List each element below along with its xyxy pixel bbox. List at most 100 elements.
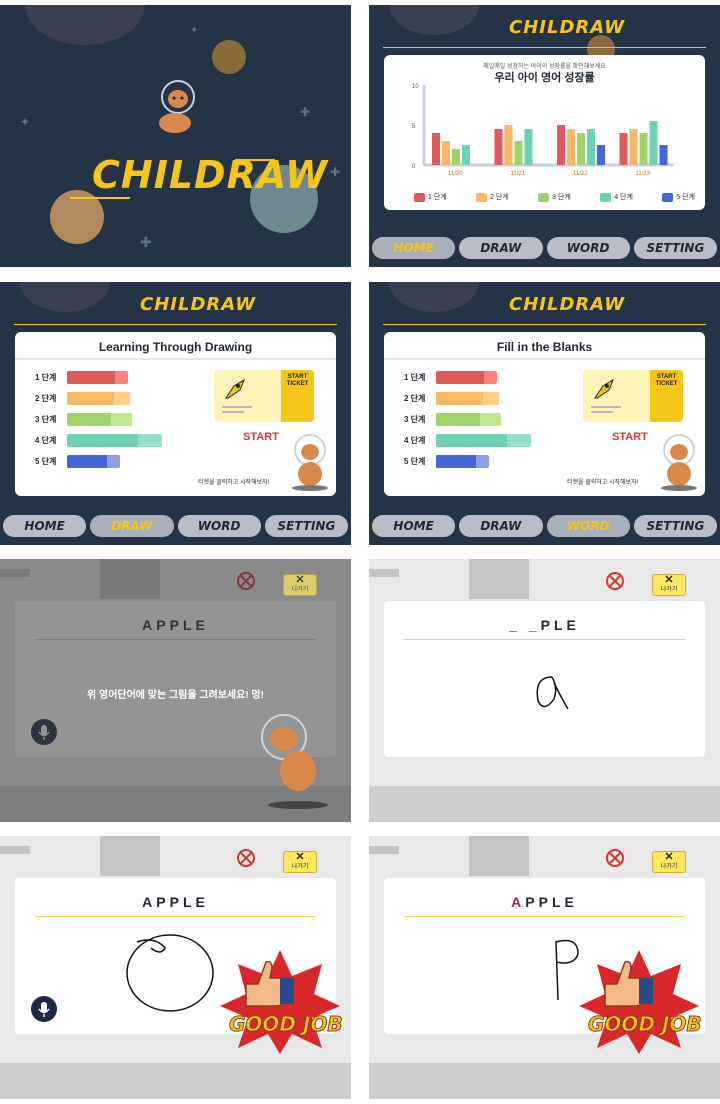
word-result-screen: ✕ 나가기 APPLE GOOD JOB (369, 836, 720, 1099)
exit-button[interactable]: ✕ 나가기 (652, 851, 686, 873)
word-underline (404, 639, 685, 640)
start-ticket[interactable]: START TICKET (214, 370, 314, 422)
planet-decoration (389, 5, 479, 35)
level-card: Fill in the Blanks 1 단계 2 단계 3 단계 4 단계 5 단계 … (384, 332, 705, 496)
nav-setting[interactable]: SETTING (264, 515, 348, 537)
level-label: 5 단계 (404, 456, 426, 466)
rocket-icon (225, 378, 246, 399)
level-progress-bar (436, 391, 499, 405)
nav-word[interactable]: WORD (546, 237, 630, 259)
legend-item: 5 단계 (662, 192, 695, 202)
level-progress-bar (67, 412, 132, 426)
y-tick-label: 10 (412, 84, 419, 90)
start-label[interactable]: START (243, 431, 279, 443)
bar (462, 145, 470, 165)
exit-label: 나가기 (291, 587, 309, 593)
legend-item: 4 단계 (600, 192, 633, 202)
level-progress-fill (67, 391, 115, 405)
word-rest: PPLE (525, 894, 578, 910)
dog-astronaut-icon (159, 80, 195, 133)
ticket-line (222, 411, 244, 413)
nav-home[interactable]: HOME (3, 515, 87, 537)
planet-decoration (389, 282, 479, 312)
legend-label: 5 단계 (676, 194, 695, 201)
chart-legend: 1 단계 2 단계 3 단계 4 단계 5 단계 (414, 192, 695, 202)
nav-draw[interactable]: DRAW (459, 515, 543, 537)
bar (577, 133, 585, 165)
level-progress-fill (436, 454, 476, 468)
level-row[interactable]: 2 단계 (35, 391, 130, 405)
exit-label: 나가기 (660, 587, 678, 593)
thumbs-up-icon (245, 960, 294, 1007)
nav-home[interactable]: HOME (372, 515, 456, 537)
word-highlight: A (511, 894, 526, 910)
card-title: Fill in the Blanks (496, 340, 593, 354)
draw-result-screen: ✕ 나가기 APPLE GOOD JOB (0, 836, 351, 1099)
level-progress-bar (436, 370, 497, 384)
exit-button[interactable]: ✕ 나가기 (283, 851, 317, 873)
drawing-board[interactable]: _ _PLE (384, 601, 705, 757)
nav-home[interactable]: HOME (372, 237, 456, 259)
word-underline (404, 916, 685, 917)
target-word: _ _PLE (509, 617, 580, 633)
x-tick-label: 11/20 (448, 171, 463, 177)
start-label[interactable]: START (612, 431, 648, 443)
good-job-text: GOOD JOB (229, 1012, 344, 1037)
bar (587, 129, 595, 165)
level-progress-fill (436, 412, 481, 426)
mic-icon (38, 1002, 50, 1017)
bar (442, 141, 450, 165)
good-job-text: GOOD JOB (588, 1012, 703, 1037)
valve-icon (237, 849, 255, 867)
level-progress-fill (436, 370, 485, 384)
level-row[interactable]: 3 단계 (35, 412, 132, 426)
level-row[interactable]: 4 단계 (35, 433, 162, 447)
level-label: 1 단계 (35, 372, 57, 382)
bar (494, 129, 503, 165)
exit-button[interactable]: ✕ 나가기 (652, 574, 686, 596)
level-row[interactable]: 5 단계 (404, 454, 489, 468)
level-row[interactable]: 4 단계 (404, 433, 531, 447)
nav-word[interactable]: WORD (546, 515, 630, 537)
draw-game-screen: APPLE ✕ 나가기 위 영어단어에 맞는 그림을 그려보세요! 멍! (0, 559, 351, 822)
level-row[interactable]: 5 단계 (35, 454, 120, 468)
bar (639, 133, 648, 165)
logo-underline (383, 47, 706, 48)
bar (659, 145, 668, 165)
level-label: 5 단계 (35, 456, 57, 466)
nav-word[interactable]: WORD (177, 515, 261, 537)
level-progress-fill (436, 433, 507, 447)
mic-button[interactable] (31, 996, 57, 1022)
nav-draw[interactable]: DRAW (459, 237, 543, 259)
pipe-decoration (369, 569, 399, 577)
nav-draw[interactable]: DRAW (90, 515, 174, 537)
star-icon: ✚ (140, 235, 152, 251)
bar (514, 141, 523, 165)
level-row[interactable]: 1 단계 (35, 370, 128, 384)
divider (15, 358, 336, 360)
nav-setting[interactable]: SETTING (633, 237, 717, 259)
user-drawing (536, 676, 569, 710)
planet-decoration (25, 5, 145, 45)
level-label: 2 단계 (404, 393, 426, 403)
home-screen: CHILDRAW 매일매일 성장하는 아이의 성장률을 확인해보세요 우리 아이… (369, 5, 720, 267)
logo-swoosh (235, 159, 275, 161)
bar (567, 129, 575, 165)
level-row[interactable]: 3 단계 (404, 412, 501, 426)
bar (504, 125, 513, 165)
star-icon: ✦ (190, 25, 199, 36)
start-ticket[interactable]: START TICKET (583, 370, 683, 422)
legend-item: 2 단계 (476, 192, 509, 202)
legend-swatch (538, 192, 550, 202)
star-icon: ✦ (20, 115, 31, 129)
legend-label: 1 단계 (428, 194, 447, 201)
exit-button[interactable]: ✕ 나가기 (283, 574, 317, 596)
level-row[interactable]: 1 단계 (404, 370, 497, 384)
legend-item: 3 단계 (538, 192, 571, 202)
bar (557, 125, 565, 165)
level-row[interactable]: 2 단계 (404, 391, 499, 405)
nav-setting[interactable]: SETTING (633, 515, 717, 537)
dog-astronaut-icon (292, 434, 328, 491)
floor (0, 1063, 351, 1099)
level-progress-bar (436, 433, 531, 447)
